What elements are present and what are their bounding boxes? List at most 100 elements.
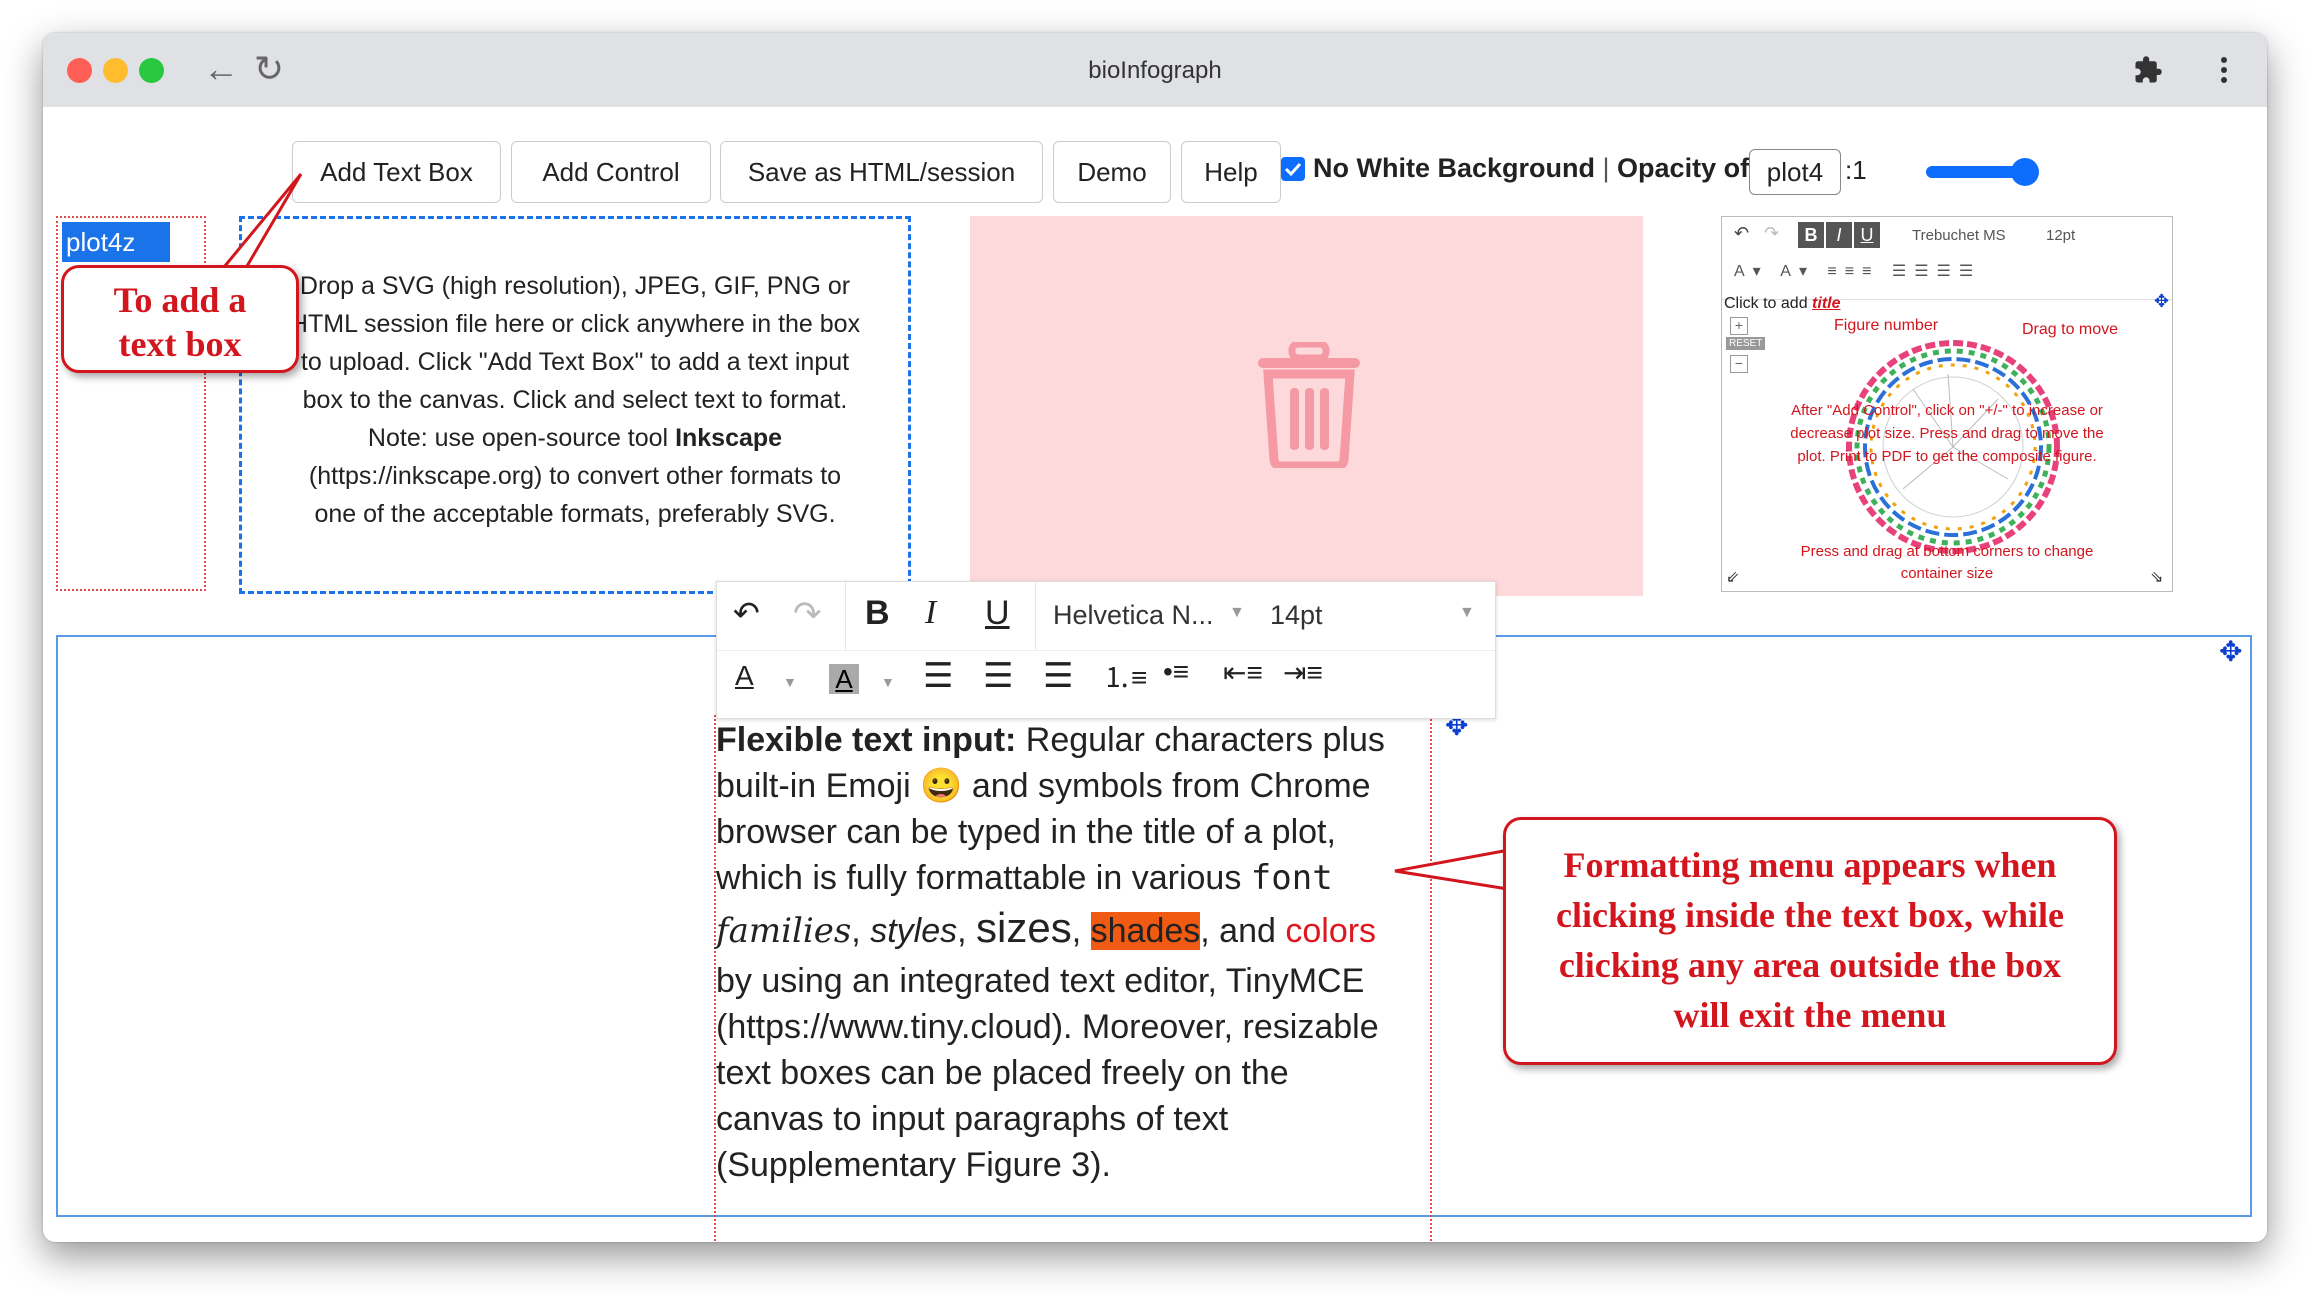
font-dropdown-caret-icon[interactable]: ▼ bbox=[1229, 604, 1245, 622]
canvas-move-icon[interactable]: ✥ bbox=[2219, 635, 2242, 668]
no-white-background-label: No White Background bbox=[1313, 153, 1595, 183]
thumb-reset-button[interactable]: RESET bbox=[1726, 337, 1766, 350]
redo-icon[interactable]: ↷ bbox=[793, 594, 822, 634]
thumb-size-select[interactable]: 12pt bbox=[2046, 227, 2075, 244]
callout-format-line-2: clicking inside the text box, while bbox=[1555, 895, 2064, 935]
browser-window: ← ↻ bioInfograph Add Text Box Add Contro… bbox=[43, 33, 2267, 1242]
text-line-3: browser can be typed in the title of a p… bbox=[716, 813, 1336, 851]
size-dropdown-caret-icon[interactable]: ▼ bbox=[1459, 604, 1475, 622]
align-center-icon[interactable]: ☰ bbox=[983, 656, 1013, 696]
add-text-box-button[interactable]: Add Text Box bbox=[292, 141, 501, 203]
thumb-note-5: container size bbox=[1900, 565, 1994, 582]
comma-2: , bbox=[957, 912, 977, 950]
window-title: bioInfograph bbox=[1088, 57, 1222, 84]
opacity-suffix: :1 bbox=[1845, 155, 1867, 185]
numbered-list-icon[interactable]: ⒈≡ bbox=[1103, 656, 1147, 696]
add-control-button[interactable]: Add Control bbox=[511, 141, 711, 203]
no-white-background-checkbox[interactable] bbox=[1281, 157, 1305, 181]
callout-format-line-3: clicking any area outside the box bbox=[1558, 945, 2062, 985]
text-colors: colors bbox=[1285, 912, 1377, 950]
thumb-toolbar: ↶ ↷ B I U Trebuchet MS 12pt A▾ A▾ ≡≡≡ ☰☰… bbox=[1722, 217, 2172, 300]
dropzone-line-5: Note: use open-source tool bbox=[367, 424, 676, 452]
callout-add-line-2: text box bbox=[118, 324, 242, 364]
thumb-resize-right-icon[interactable]: ⇘ bbox=[2150, 567, 2163, 587]
comma-3: , bbox=[1071, 912, 1091, 950]
text-sizes: sizes bbox=[976, 904, 1072, 951]
thumb-title-prompt[interactable]: Click to add title bbox=[1724, 295, 1841, 313]
trash-icon bbox=[1258, 342, 1360, 468]
emoji-grin: 😀 bbox=[920, 767, 963, 805]
inkscape-bold: Inkscape bbox=[675, 424, 783, 452]
align-right-icon[interactable]: ☰ bbox=[1043, 656, 1073, 696]
outdent-icon[interactable]: ⇤≡ bbox=[1223, 656, 1263, 689]
underline-button[interactable]: U bbox=[985, 594, 1010, 633]
callout-format-line-4: will exit the menu bbox=[1673, 995, 1947, 1035]
plot4z-label[interactable]: plot4z bbox=[62, 222, 170, 262]
callout-add-line-1: To add a bbox=[113, 280, 247, 320]
text-line-4: which is fully formattable in various bbox=[716, 859, 1251, 897]
thumb-redo-icon[interactable]: ↷ bbox=[1764, 223, 1779, 244]
callout-formatting-menu: Formatting menu appears when clicking in… bbox=[1503, 817, 2117, 1065]
thumb-note-2: decrease plot size. Press and drag to mo… bbox=[1790, 425, 2104, 442]
text-font-word: font bbox=[1250, 858, 1333, 898]
font-size-select[interactable]: 14pt bbox=[1270, 600, 1323, 631]
plot-thumbnail[interactable]: ↶ ↷ B I U Trebuchet MS 12pt A▾ A▾ ≡≡≡ ☰☰… bbox=[1721, 216, 2173, 592]
text-line-2b: and symbols from Chrome bbox=[962, 767, 1371, 805]
upload-drop-zone[interactable]: Drop a SVG (high resolution), JPEG, GIF,… bbox=[239, 216, 911, 594]
dropzone-line-1: Drop a SVG (high resolution), JPEG, GIF,… bbox=[299, 272, 851, 300]
toolbar-separator: | bbox=[1602, 153, 1610, 183]
dropzone-line-3: to upload. Click "Add Text Box" to add a… bbox=[300, 348, 850, 376]
highlight-caret-icon[interactable]: ▼ bbox=[881, 674, 895, 690]
save-html-session-button[interactable]: Save as HTML/session bbox=[720, 141, 1043, 203]
dropzone-line-7: one of the acceptable formats, preferabl… bbox=[314, 500, 836, 528]
text-line-6: by using an integrated text editor, Tiny… bbox=[716, 962, 1365, 1000]
thumb-bold-button[interactable]: B bbox=[1798, 222, 1824, 248]
thumb-italic-button[interactable]: I bbox=[1826, 222, 1852, 248]
opacity-slider-thumb[interactable] bbox=[2011, 158, 2039, 186]
highlight-color-icon[interactable]: A bbox=[829, 664, 859, 694]
demo-button[interactable]: Demo bbox=[1053, 141, 1171, 203]
thumb-font-select[interactable]: Trebuchet MS bbox=[1912, 227, 2006, 244]
opacity-slider-track[interactable] bbox=[1926, 166, 2022, 178]
text-color-caret-icon[interactable]: ▼ bbox=[783, 674, 797, 690]
thumb-resize-left-icon[interactable]: ⇙ bbox=[1726, 567, 1739, 587]
italic-button[interactable]: I bbox=[925, 594, 936, 632]
thumb-note-1: After "Add Control", click on "+/-" to i… bbox=[1791, 402, 2103, 419]
text-and: , and bbox=[1200, 912, 1286, 950]
text-line-1: Regular characters plus bbox=[1016, 721, 1385, 759]
dropzone-line-6: (https://inkscape.org) to convert other … bbox=[308, 462, 842, 490]
thumb-underline-button[interactable]: U bbox=[1854, 222, 1880, 248]
undo-icon[interactable]: ↶ bbox=[733, 594, 760, 632]
text-families: families bbox=[716, 911, 852, 951]
callout-add-text-box: To add a text box bbox=[61, 265, 299, 373]
title-bar: ← ↻ bioInfograph bbox=[43, 33, 2267, 107]
text-bold-lead: Flexible text input: bbox=[716, 721, 1017, 759]
thumb-undo-icon[interactable]: ↶ bbox=[1734, 223, 1749, 244]
bold-button[interactable]: B bbox=[865, 594, 890, 633]
dropzone-line-2: HTML session file here or click anywhere… bbox=[289, 310, 861, 338]
comma-1: , bbox=[851, 912, 871, 950]
thumb-minus-button[interactable]: − bbox=[1730, 355, 1748, 373]
text-box[interactable]: Flexible text input: Regular characters … bbox=[714, 715, 1432, 1242]
dropzone-line-4: box to the canvas. Click and select text… bbox=[302, 386, 848, 414]
thumb-note-3: plot. Print to PDF to get the composite … bbox=[1797, 448, 2097, 465]
font-family-select[interactable]: Helvetica N... bbox=[1053, 600, 1214, 631]
help-button[interactable]: Help bbox=[1181, 141, 1281, 203]
formatting-menu: ↶ ↷ B I U Helvetica N... ▼ 14pt ▼ A ▼ A … bbox=[716, 581, 1496, 719]
extensions-puzzle-icon[interactable] bbox=[2133, 55, 2163, 85]
more-menu-icon[interactable] bbox=[2218, 53, 2230, 87]
text-box-content[interactable]: Flexible text input: Regular characters … bbox=[716, 717, 1420, 1188]
text-line-7: (https://www.tiny.cloud). Moreover, resi… bbox=[716, 1008, 1379, 1046]
indent-icon[interactable]: ⇥≡ bbox=[1283, 656, 1323, 689]
align-left-icon[interactable]: ☰ bbox=[923, 656, 953, 696]
text-color-icon[interactable]: A bbox=[735, 660, 754, 692]
text-styles: styles bbox=[870, 912, 958, 950]
thumb-plus-button[interactable]: + bbox=[1730, 317, 1748, 335]
page-content: Add Text Box Add Control Save as HTML/se… bbox=[43, 107, 2267, 1242]
opacity-target-field[interactable]: plot4 bbox=[1749, 149, 1841, 195]
opacity-label: Opacity of bbox=[1617, 153, 1750, 183]
thumb-move-icon[interactable]: ✥ bbox=[2154, 291, 2169, 312]
trash-drop-area[interactable] bbox=[970, 216, 1643, 596]
callout-format-line-1: Formatting menu appears when bbox=[1563, 845, 2057, 885]
bullet-list-icon[interactable]: •≡ bbox=[1163, 656, 1189, 688]
